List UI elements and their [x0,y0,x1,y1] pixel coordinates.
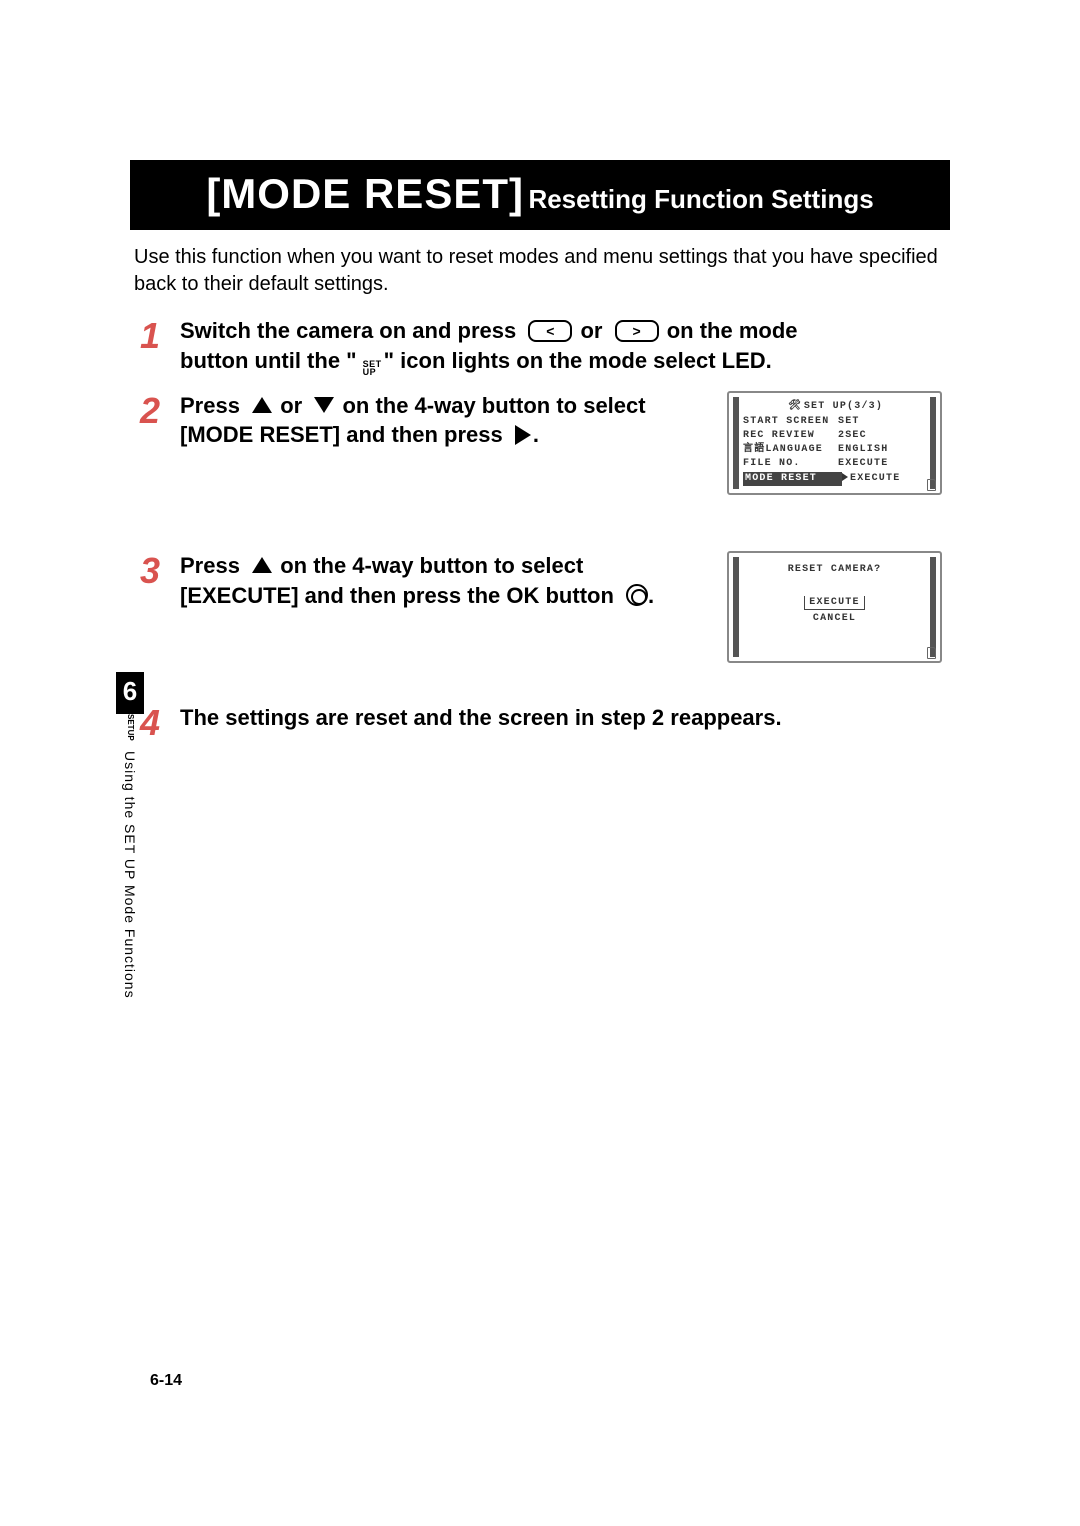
setup-mode-icon: SETUP [363,360,382,376]
lcd-reset-confirm-screenshot: RESET CAMERA? EXECUTE CANCEL [727,551,942,663]
lcd-row: 言語LANGUAGEENGLISH [743,443,928,457]
step-1: 1 Switch the camera on and press < or > … [140,316,950,377]
right-arrow-icon [515,425,531,445]
ok-button-icon [626,584,648,606]
step-body: Press or on the 4-way button to select [… [180,391,950,496]
chapter-side-label: Using the SET UP Mode Functions [122,751,138,999]
lcd-row-selected: MODE RESET [743,472,842,486]
section-title-main: [MODE RESET] [206,170,524,217]
sd-card-icon [927,479,936,491]
step-number: 2 [140,393,180,429]
step-text: Press or on the 4-way button to select [… [180,391,717,450]
step-body: Switch the camera on and press < or > on… [180,316,950,377]
steps-list: 1 Switch the camera on and press < or > … [130,316,950,741]
section-title-bar: [MODE RESET] Resetting Function Settings [130,160,950,230]
chapter-side-tab: 6 SETUP Using the SET UP Mode Functions [116,672,144,998]
mode-left-button-icon: < [528,320,572,342]
page-number: 6-14 [150,1372,182,1390]
manual-page: [MODE RESET] Resetting Function Settings… [0,0,1080,1526]
step-body: The settings are reset and the screen in… [180,703,950,733]
up-arrow-icon [252,557,272,573]
step-body: Press on the 4-way button to select [EXE… [180,551,950,663]
tools-icon: 🛠 [788,401,802,412]
sd-card-icon [927,647,936,659]
setup-mode-icon: SETUP [126,714,134,741]
lcd-row: START SCREENSET [743,415,928,429]
section-title-sub: Resetting Function Settings [528,184,873,214]
step-4: 4 The settings are reset and the screen … [140,703,950,741]
up-arrow-icon [252,397,272,413]
down-arrow-icon [314,397,334,413]
lcd-dialog-title: RESET CAMERA? [743,563,926,577]
lcd-option-execute: EXECUTE [804,596,864,611]
step-number: 1 [140,318,180,354]
lcd-row: REC REVIEW2SEC [743,429,928,443]
section-intro: Use this function when you want to reset… [134,244,950,298]
lcd-setup-menu-screenshot: 🛠SET UP(3/3) START SCREENSET REC REVIEW2… [727,391,942,496]
chapter-number-tab: 6 [116,672,144,714]
menu-pointer-icon [842,473,848,481]
step-number: 3 [140,553,180,589]
step-text: Press on the 4-way button to select [EXE… [180,551,717,610]
lcd-option-cancel: CANCEL [809,612,860,626]
step-2: 2 Press or on the 4-way button to select… [140,391,950,496]
step-number: 4 [140,705,180,741]
step-3: 3 Press on the 4-way button to select [E… [140,551,950,663]
lcd-row: FILE NO.EXECUTE [743,457,928,471]
mode-right-button-icon: > [615,320,659,342]
